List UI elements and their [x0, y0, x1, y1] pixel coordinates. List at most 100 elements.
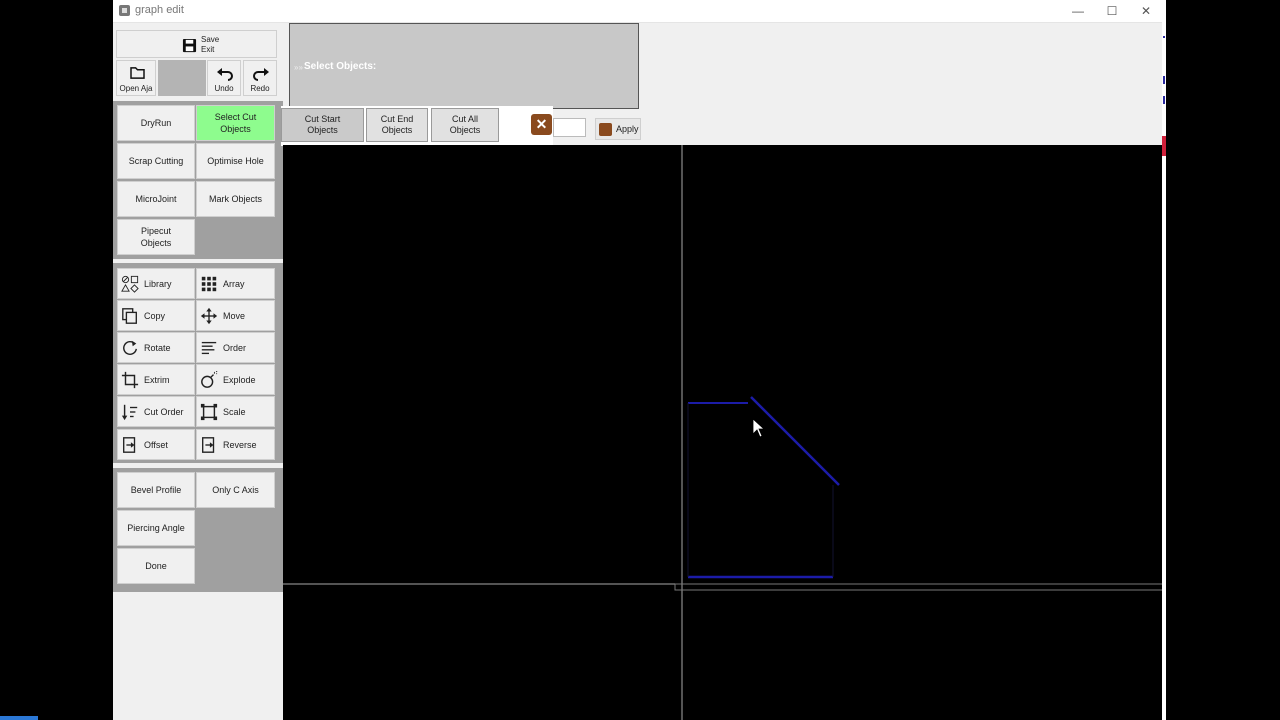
explode-label: Explode — [223, 374, 256, 385]
scale-icon — [200, 403, 218, 420]
maximize-button[interactable]: ☐ — [1095, 0, 1129, 22]
optimise-hole-button[interactable]: Optimise Hole — [196, 143, 275, 179]
cut-objects-tabstrip: Cut Start Objects Cut End Objects Cut Al… — [281, 106, 553, 146]
done-button[interactable]: Done — [117, 548, 195, 584]
explode-button[interactable]: Explode — [196, 364, 275, 395]
edge-mark — [1163, 96, 1165, 104]
toolbar-spacer — [158, 60, 206, 96]
undo-button[interactable]: Undo — [207, 60, 241, 96]
undo-label: Undo — [214, 84, 234, 93]
open-aja-label: Open Aja — [119, 84, 153, 93]
taskbar-fragment — [0, 716, 38, 720]
copy-button[interactable]: Copy — [117, 300, 195, 331]
window-title: graph edit — [135, 4, 184, 16]
scrap-cutting-label: Scrap Cutting — [128, 156, 184, 166]
rotate-icon — [123, 340, 138, 355]
save-exit-button[interactable]: Save Exit — [116, 30, 277, 58]
redo-button[interactable]: Redo — [243, 60, 277, 96]
pipecut-objects-label: Pipecut Objects — [140, 226, 172, 248]
prompt-arrows: »» — [294, 63, 303, 72]
drawing-canvas[interactable] — [283, 145, 1162, 720]
sheet-border — [674, 583, 1162, 591]
close-panel-button[interactable]: ✕ — [531, 114, 552, 135]
close-window-button[interactable]: ✕ — [1129, 0, 1163, 22]
select-objects-panel: »» Select Objects: — [289, 23, 639, 109]
optimise-hole-label: Optimise Hole — [207, 156, 264, 166]
offset-button[interactable]: Offset — [117, 429, 195, 460]
only-c-axis-label: Only C Axis — [212, 485, 259, 495]
tab-cut-end-objects[interactable]: Cut End Objects — [366, 108, 428, 142]
offset-icon — [123, 436, 136, 453]
only-c-axis-button[interactable]: Only C Axis — [196, 472, 275, 508]
window-edge-strip — [1162, 22, 1166, 720]
mouse-cursor-icon — [752, 418, 766, 438]
crop-icon — [121, 371, 139, 388]
app-icon — [119, 5, 130, 16]
piercing-angle-button[interactable]: Piercing Angle — [117, 510, 195, 546]
cut-order-label: Cut Order — [144, 406, 184, 417]
apply-button[interactable]: Apply — [595, 118, 641, 140]
tab-cut-all-label: Cut All Objects — [449, 114, 481, 135]
piercing-angle-label: Piercing Angle — [127, 523, 185, 533]
tab-cut-start-label: Cut Start Objects — [304, 114, 341, 135]
desktop-background-right — [1166, 0, 1280, 720]
scale-label: Scale — [223, 406, 246, 417]
tab-cut-start-objects[interactable]: Cut Start Objects — [281, 108, 364, 142]
dryrun-label: DryRun — [140, 118, 172, 128]
rotate-button[interactable]: Rotate — [117, 332, 195, 363]
pipecut-objects-button[interactable]: Pipecut Objects — [117, 219, 195, 255]
order-button[interactable]: Order — [196, 332, 275, 363]
array-grid-icon — [201, 276, 217, 291]
array-label: Array — [223, 278, 245, 289]
order-lines-icon — [201, 341, 217, 354]
copy-icon — [122, 307, 137, 324]
bevel-profile-button[interactable]: Bevel Profile — [117, 472, 195, 508]
title-bar[interactable]: graph edit — ☐ ✕ — [113, 0, 1166, 23]
folder-icon — [130, 67, 145, 79]
tab-cut-end-label: Cut End Objects — [380, 114, 414, 135]
shape-diagonal-edge[interactable] — [750, 396, 840, 486]
canvas-svg — [283, 145, 1162, 720]
open-aja-button[interactable]: Open Aja — [116, 60, 156, 96]
microjoint-button[interactable]: MicroJoint — [117, 181, 195, 217]
reverse-icon — [202, 436, 215, 453]
move-label: Move — [223, 310, 246, 321]
reverse-label: Reverse — [223, 439, 257, 450]
library-label: Library — [144, 278, 172, 289]
graph-edit-window: graph edit — ☐ ✕ Save Exit Open Aja Undo… — [113, 0, 1166, 720]
cut-order-button[interactable]: Cut Order — [117, 396, 195, 427]
minimize-button[interactable]: — — [1061, 0, 1095, 22]
move-arrows-icon — [200, 307, 218, 324]
edge-mark — [1163, 36, 1165, 38]
dryrun-button[interactable]: DryRun — [117, 105, 195, 141]
exit-label: Exit — [201, 45, 215, 54]
undo-icon — [217, 68, 233, 81]
close-icon: ✕ — [535, 116, 548, 132]
edge-mark — [1162, 136, 1166, 156]
move-button[interactable]: Move — [196, 300, 275, 331]
save-icon — [182, 38, 197, 53]
select-objects-prompt: Select Objects: — [304, 61, 377, 72]
done-label: Done — [145, 561, 167, 571]
value-input[interactable] — [553, 118, 586, 137]
apply-label: Apply — [616, 124, 639, 134]
copy-label: Copy — [144, 310, 166, 321]
mark-objects-button[interactable]: Mark Objects — [196, 181, 275, 217]
shapes-library-icon — [121, 275, 139, 293]
array-button[interactable]: Array — [196, 268, 275, 299]
order-label: Order — [223, 342, 247, 353]
edge-mark — [1163, 76, 1165, 84]
scale-button[interactable]: Scale — [196, 396, 275, 427]
rotate-label: Rotate — [144, 342, 171, 353]
mark-objects-label: Mark Objects — [208, 194, 262, 204]
save-label: Save — [201, 35, 220, 44]
scrap-cutting-button[interactable]: Scrap Cutting — [117, 143, 195, 179]
select-cut-objects-button[interactable]: Select Cut Objects — [196, 105, 275, 141]
library-button[interactable]: Library — [117, 268, 195, 299]
extrim-button[interactable]: Extrim — [117, 364, 195, 395]
tab-cut-all-objects[interactable]: Cut All Objects — [431, 108, 499, 142]
reverse-button[interactable]: Reverse — [196, 429, 275, 460]
bomb-icon — [201, 370, 218, 388]
sort-down-icon — [121, 404, 138, 420]
redo-label: Redo — [250, 84, 270, 93]
